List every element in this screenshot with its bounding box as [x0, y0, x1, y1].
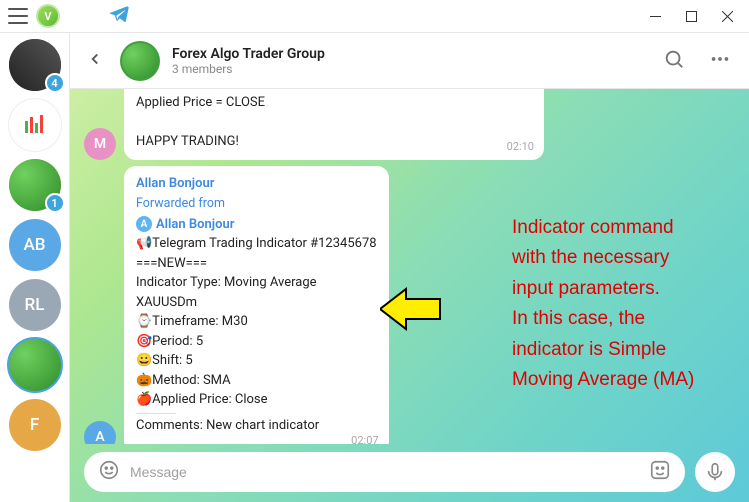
message-text: XAUUSDm: [136, 293, 377, 313]
message-time: 02:10: [507, 139, 534, 156]
chat-item-5[interactable]: [9, 339, 61, 391]
message-text: 😀Shift: 5: [136, 351, 377, 371]
message-time: 02:07: [351, 433, 378, 445]
hamburger-menu[interactable]: [8, 8, 28, 24]
chat-header: Forex Algo Trader Group 3 members: [70, 33, 749, 89]
telegram-logo-icon: [108, 3, 130, 29]
message-bubble[interactable]: Allan Bonjour Forwarded from A Allan Bon…: [124, 166, 389, 445]
sender-avatar[interactable]: A: [84, 421, 116, 444]
voice-button[interactable]: [695, 452, 735, 492]
chat-item-4[interactable]: RL: [9, 279, 61, 331]
message-text: Applied Price = CLOSE: [136, 93, 532, 113]
message-input-box: [84, 452, 685, 492]
sticker-icon[interactable]: [649, 459, 671, 485]
unread-badge: 4: [45, 73, 65, 93]
message-text: 🍎Applied Price: Close: [136, 390, 377, 410]
group-members: 3 members: [172, 62, 645, 76]
message-bubble[interactable]: Applied Price = CLOSE HAPPY TRADING! 02:…: [124, 89, 544, 160]
window-maximize-button[interactable]: [673, 2, 709, 30]
messages-area[interactable]: M Applied Price = CLOSE HAPPY TRADING! 0…: [70, 89, 749, 444]
group-avatar[interactable]: [120, 41, 160, 81]
unread-badge: 1: [45, 193, 65, 213]
forwarded-label: Forwarded from: [136, 195, 377, 214]
message-text: 📢Telegram Trading Indicator #12345678: [136, 234, 377, 254]
chat-sidebar: 4 1 AB RL F: [0, 33, 70, 502]
titlebar: V: [0, 0, 749, 32]
chat-item-6[interactable]: F: [9, 399, 61, 451]
search-icon[interactable]: [657, 42, 691, 80]
chat-item-2[interactable]: 1: [9, 159, 61, 211]
message-text: Indicator Type: Moving Average: [136, 273, 377, 293]
group-name: Forex Algo Trader Group: [172, 46, 645, 62]
message-input[interactable]: [130, 464, 639, 480]
sender-avatar[interactable]: M: [84, 128, 116, 160]
message-text: [136, 113, 532, 133]
message-comment: Comments: New chart indicator: [136, 416, 377, 436]
message-text: 🎯Period: 5: [136, 332, 377, 352]
back-button[interactable]: [82, 46, 108, 76]
message-text: ⌚Timeframe: M30: [136, 312, 377, 332]
chat-item-3[interactable]: AB: [9, 219, 61, 271]
message-text: ===NEW===: [136, 254, 377, 274]
account-avatar[interactable]: V: [36, 4, 60, 28]
window-minimize-button[interactable]: [637, 2, 673, 30]
fwd-avatar-icon: A: [136, 216, 152, 232]
chat-item-1[interactable]: [9, 99, 61, 151]
message-row: A Allan Bonjour Forwarded from A Allan B…: [84, 166, 735, 445]
sender-name[interactable]: Allan Bonjour: [136, 174, 377, 194]
more-icon[interactable]: [703, 42, 737, 80]
message-row: M Applied Price = CLOSE HAPPY TRADING! 0…: [84, 89, 735, 160]
window-close-button[interactable]: [709, 2, 745, 30]
input-bar: [70, 444, 749, 502]
emoji-icon[interactable]: [98, 459, 120, 485]
chat-item-0[interactable]: 4: [9, 39, 61, 91]
message-text: 🎃Method: SMA: [136, 371, 377, 391]
message-text: HAPPY TRADING!: [136, 132, 532, 152]
forwarded-from[interactable]: A Allan Bonjour: [136, 215, 234, 235]
group-info[interactable]: Forex Algo Trader Group 3 members: [172, 46, 645, 76]
